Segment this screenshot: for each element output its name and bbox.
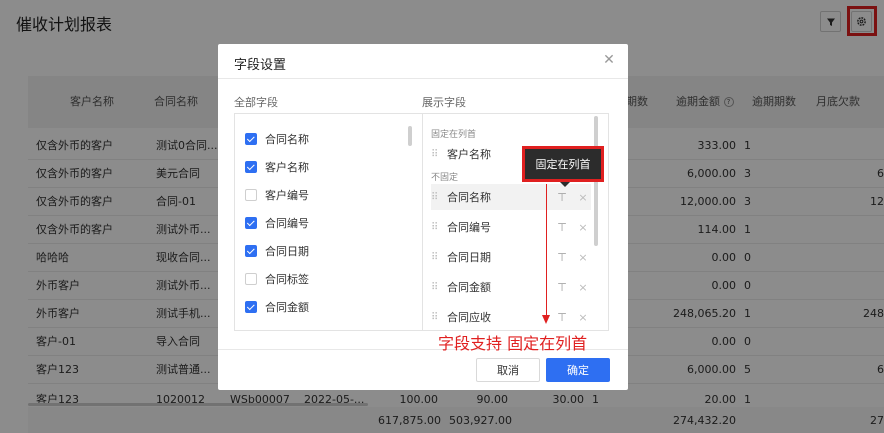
display-field-row[interactable]: ⠿ 合同金额 ⊤ × bbox=[431, 274, 591, 300]
field-label: 合同标签 bbox=[265, 273, 309, 286]
modal-divider bbox=[218, 78, 628, 79]
checkbox-checked[interactable] bbox=[245, 301, 257, 313]
display-field-label: 合同名称 bbox=[447, 191, 491, 204]
scrollbar[interactable] bbox=[408, 126, 412, 146]
field-label: 合同编号 bbox=[265, 217, 309, 230]
ok-button[interactable]: 确定 bbox=[546, 358, 610, 382]
unfixed-group-label: 不固定 bbox=[431, 173, 459, 183]
pin-to-start-icon[interactable]: ⊤ bbox=[555, 311, 569, 324]
field-checkbox-item[interactable]: 合同日期 bbox=[245, 242, 309, 260]
tooltip-arrow bbox=[560, 182, 570, 187]
pin-to-start-icon[interactable]: ⊤ bbox=[555, 221, 569, 234]
checkbox-checked[interactable] bbox=[245, 161, 257, 173]
field-checkbox-item[interactable]: 客户编号 bbox=[245, 186, 309, 204]
checkbox-checked[interactable] bbox=[245, 133, 257, 145]
field-checkbox-item[interactable]: 合同金额 bbox=[245, 298, 309, 316]
annotation-caption: 字段支持 固定在列首 bbox=[438, 334, 588, 353]
all-fields-label: 全部字段 bbox=[234, 96, 278, 109]
drag-handle-icon[interactable]: ⠿ bbox=[431, 192, 441, 203]
field-label: 客户编号 bbox=[265, 189, 309, 202]
display-field-row[interactable]: ⠿ 合同名称 ⊤ × bbox=[431, 184, 591, 210]
annotation-arrow-head bbox=[542, 315, 550, 324]
modal-title: 字段设置 bbox=[234, 58, 287, 73]
all-fields-panel: 合同名称客户名称客户编号合同编号合同日期合同标签合同金额 bbox=[234, 113, 423, 331]
field-checkbox-item[interactable]: 客户名称 bbox=[245, 158, 309, 176]
checkbox-unchecked[interactable] bbox=[245, 189, 257, 201]
field-checkbox-item[interactable]: 合同标签 bbox=[245, 270, 309, 288]
fixed-group-label: 固定在列首 bbox=[431, 130, 477, 140]
pin-to-start-icon[interactable]: ⊤ bbox=[555, 281, 569, 294]
drag-handle-icon[interactable]: ⠿ bbox=[431, 282, 441, 293]
remove-icon[interactable]: × bbox=[576, 191, 590, 204]
pin-tooltip: 固定在列首 bbox=[522, 146, 604, 182]
pin-to-start-icon[interactable]: ⊤ bbox=[555, 191, 569, 204]
display-field-row[interactable]: ⠿ 合同日期 ⊤ × bbox=[431, 244, 591, 270]
drag-handle-icon[interactable]: ⠿ bbox=[431, 312, 441, 323]
display-fields-label: 展示字段 bbox=[422, 96, 466, 109]
display-field-label: 合同金额 bbox=[447, 281, 491, 294]
checkbox-checked[interactable] bbox=[245, 245, 257, 257]
field-label: 合同日期 bbox=[265, 245, 309, 258]
drag-handle-icon[interactable]: ⠿ bbox=[431, 149, 441, 160]
remove-icon[interactable]: × bbox=[576, 221, 590, 234]
field-checkbox-item[interactable]: 合同名称 bbox=[245, 130, 309, 148]
remove-icon[interactable]: × bbox=[576, 251, 590, 264]
field-label: 客户名称 bbox=[265, 161, 309, 174]
field-label: 合同金额 bbox=[265, 301, 309, 314]
remove-icon[interactable]: × bbox=[576, 281, 590, 294]
display-field-label: 合同编号 bbox=[447, 221, 491, 234]
checkbox-checked[interactable] bbox=[245, 217, 257, 229]
field-checkbox-item[interactable]: 合同编号 bbox=[245, 214, 309, 232]
field-label: 合同名称 bbox=[265, 133, 309, 146]
display-field-row[interactable]: ⠿ 合同编号 ⊤ × bbox=[431, 214, 591, 240]
checkbox-unchecked[interactable] bbox=[245, 273, 257, 285]
annotation-arrow-line bbox=[546, 184, 547, 318]
cancel-button[interactable]: 取消 bbox=[476, 358, 540, 382]
display-field-row[interactable]: ⠿ 合同应收 ⊤ × bbox=[431, 304, 591, 330]
drag-handle-icon[interactable]: ⠿ bbox=[431, 252, 441, 263]
close-icon[interactable]: ✕ bbox=[600, 51, 618, 69]
display-field-label: 客户名称 bbox=[447, 148, 491, 161]
display-field-label: 合同应收 bbox=[447, 311, 491, 324]
pin-to-start-icon[interactable]: ⊤ bbox=[555, 251, 569, 264]
drag-handle-icon[interactable]: ⠿ bbox=[431, 222, 441, 233]
remove-icon[interactable]: × bbox=[576, 311, 590, 324]
display-field-label: 合同日期 bbox=[447, 251, 491, 264]
